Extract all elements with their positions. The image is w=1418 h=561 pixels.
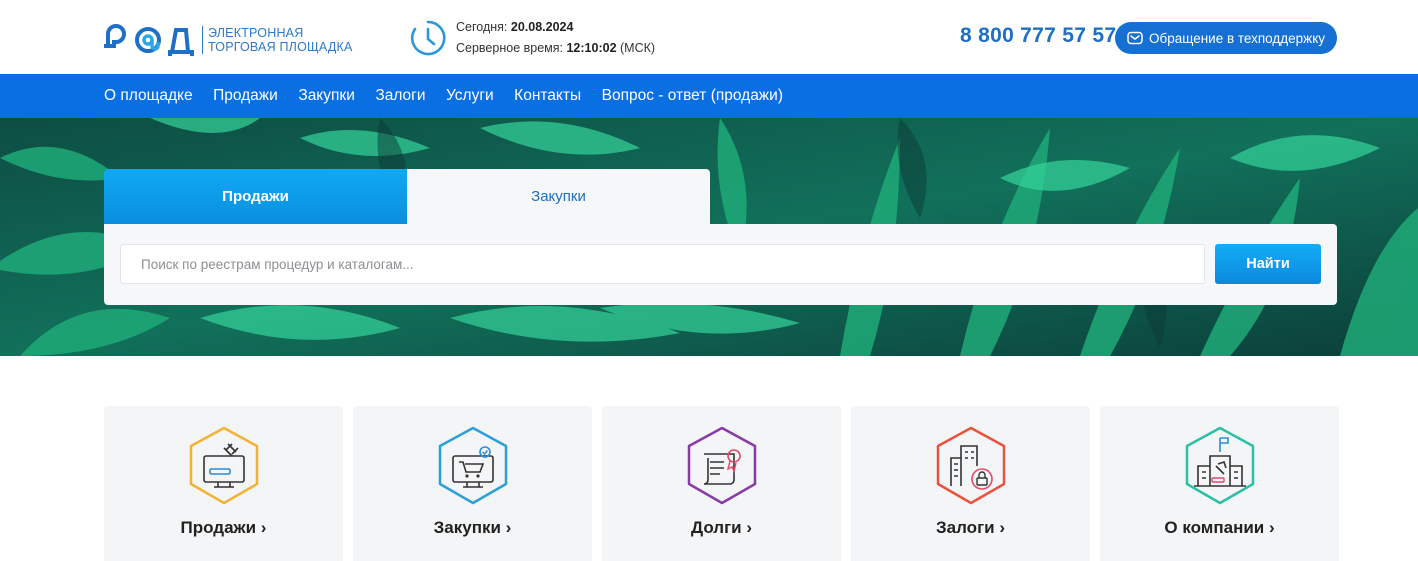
card-purchases-label: Закупки › bbox=[433, 518, 512, 537]
card-sales-label: Продажи › bbox=[180, 518, 267, 537]
nav-item-purchases[interactable]: Закупки bbox=[298, 87, 355, 105]
logo-line-1: ЭЛЕКТРОННАЯ bbox=[208, 26, 304, 40]
server-time-row: Серверное время: 12:10:02 (МСК) bbox=[456, 38, 655, 59]
server-time-value: 12:10:02 bbox=[566, 41, 617, 55]
server-timezone: (МСК) bbox=[620, 41, 656, 55]
card-debts-label: Долги › bbox=[691, 518, 752, 537]
server-time-label: Серверное время: bbox=[456, 41, 563, 55]
today-value: 20.08.2024 bbox=[510, 20, 574, 34]
card-pledges[interactable]: Залоги › bbox=[851, 406, 1090, 561]
card-purchases[interactable]: Закупки › bbox=[353, 406, 592, 561]
card-company[interactable]: О компании › bbox=[1100, 406, 1339, 561]
today-label: Сегодня: bbox=[456, 20, 508, 34]
company-building-icon bbox=[1185, 426, 1255, 505]
logo[interactable]: ЭЛЕКТРОННАЯ ТОРГОВАЯ ПЛОЩАДКА bbox=[104, 24, 353, 56]
nav-item-contacts[interactable]: Контакты bbox=[514, 87, 581, 105]
today-row: Сегодня: 20.08.2024 bbox=[456, 17, 655, 38]
nav-item-services[interactable]: Услуги bbox=[446, 87, 494, 105]
phone-number[interactable]: 8 800 777 57 57 bbox=[960, 24, 1116, 48]
search-tabs: Продажи Закупки bbox=[104, 169, 710, 224]
nav-item-sales[interactable]: Продажи bbox=[213, 87, 278, 105]
search-input[interactable] bbox=[120, 244, 1205, 284]
card-sales[interactable]: Продажи › bbox=[104, 406, 343, 561]
server-date-time: Сегодня: 20.08.2024 Серверное время: 12:… bbox=[456, 17, 655, 59]
site-header: ЭЛЕКТРОННАЯ ТОРГОВАЯ ПЛОЩАДКА Сегодня: 2… bbox=[0, 0, 1418, 74]
tab-sales[interactable]: Продажи bbox=[104, 169, 407, 224]
search-panel: Найти bbox=[104, 224, 1337, 305]
mail-icon bbox=[1127, 31, 1143, 45]
nav-item-faq[interactable]: Вопрос - ответ (продажи) bbox=[602, 87, 783, 105]
nav-item-pledges[interactable]: Залоги bbox=[375, 87, 425, 105]
clock-icon bbox=[410, 19, 446, 62]
card-debts[interactable]: Долги › bbox=[602, 406, 841, 561]
logo-caption: ЭЛЕКТРОННАЯ ТОРГОВАЯ ПЛОЩАДКА bbox=[202, 26, 353, 54]
auction-monitor-icon bbox=[189, 426, 259, 505]
certificate-document-icon bbox=[687, 426, 757, 505]
search-button[interactable]: Найти bbox=[1215, 244, 1321, 284]
nav-item-about[interactable]: О площадке bbox=[104, 87, 193, 105]
main-navigation: О площадке Продажи Закупки Залоги Услуги… bbox=[0, 74, 1418, 118]
rad-logo-mark bbox=[104, 24, 194, 56]
tab-purchases[interactable]: Закупки bbox=[407, 169, 710, 224]
building-lock-icon bbox=[936, 426, 1006, 505]
support-button-label: Обращение в техподдержку bbox=[1148, 30, 1325, 46]
category-cards: Продажи › Закупки › Долги › Залоги › О к… bbox=[104, 406, 1339, 561]
support-request-button[interactable]: Обращение в техподдержку bbox=[1115, 22, 1337, 54]
shopping-cart-monitor-icon bbox=[438, 426, 508, 505]
card-pledges-label: Залоги › bbox=[936, 518, 1005, 537]
logo-line-2: ТОРГОВАЯ ПЛОЩАДКА bbox=[208, 40, 353, 54]
card-company-label: О компании › bbox=[1164, 518, 1275, 537]
hero-banner: Продажи Закупки Найти bbox=[0, 118, 1418, 356]
